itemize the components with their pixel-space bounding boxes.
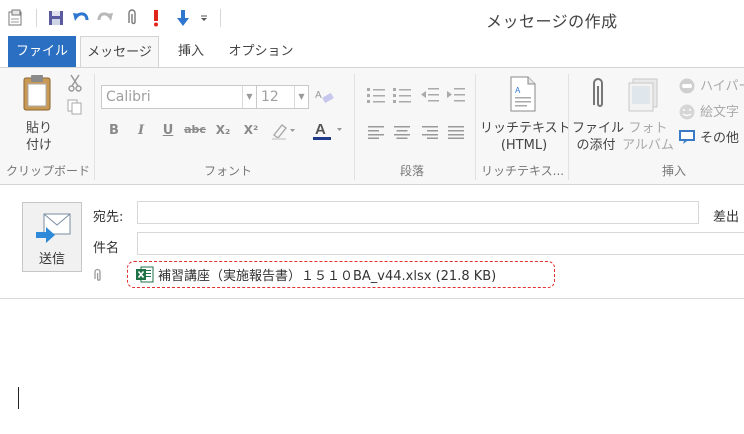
paste-icon[interactable] [20, 74, 56, 112]
attach-paperclip-icon[interactable] [123, 7, 141, 29]
underline-button[interactable]: U [158, 123, 178, 138]
separator [354, 74, 355, 180]
font-size-value: 12 [261, 89, 279, 105]
tab-file[interactable]: ファイル [8, 36, 76, 67]
separator [475, 74, 476, 180]
paragraph-group-label: 段落 [400, 164, 425, 178]
justify-icon[interactable] [444, 122, 468, 142]
importance-high-icon[interactable] [147, 7, 165, 29]
text-cursor [18, 387, 19, 409]
font-group-label: フォント [204, 164, 253, 178]
paste-label[interactable]: 貼り [22, 120, 56, 137]
compose-header: 送信 宛先: 差出 件名 補習講座（実施報告書）１５１０BA_v44.xlsx … [0, 185, 744, 299]
other-label[interactable]: その他 [700, 130, 739, 147]
numbered-list-icon[interactable] [390, 84, 414, 106]
undo-icon[interactable] [71, 7, 91, 29]
emoji-icon[interactable] [677, 102, 697, 122]
clear-formatting-icon[interactable]: A [313, 85, 337, 107]
send-label: 送信 [38, 252, 65, 267]
subject-label: 件名 [93, 241, 120, 256]
paperclip-icon [90, 266, 104, 284]
window-title: メッセージの作成 [486, 12, 618, 31]
separator [220, 9, 221, 27]
title-bar: メッセージの作成 [0, 0, 744, 36]
customize-qat-icon[interactable] [198, 7, 210, 29]
to-label[interactable]: 宛先: [93, 206, 123, 225]
decrease-indent-icon[interactable] [418, 84, 442, 106]
photo-album-label[interactable]: フォト [620, 120, 676, 137]
rich-text-label[interactable]: リッチテキスト [480, 120, 571, 137]
strikethrough-button[interactable]: abc [183, 123, 207, 136]
separator [94, 74, 95, 180]
to-field[interactable] [137, 201, 699, 224]
attach-file-label-2[interactable]: の添付 [572, 137, 620, 154]
ribbon: 貼り 付け クリップボード Calibri ▼ 12 ▼ A B I U abc… [0, 67, 744, 185]
attachment-item[interactable]: 補習講座（実施報告書）１５１０BA_v44.xlsx (21.8 KB) [158, 265, 496, 284]
message-body[interactable] [0, 300, 744, 434]
rich-text-label-2[interactable]: (HTML) [480, 137, 568, 154]
bold-button[interactable]: B [104, 123, 124, 138]
svg-text:A: A [515, 86, 521, 95]
attach-file-icon[interactable] [585, 74, 611, 114]
svg-text:A: A [315, 90, 322, 101]
svg-text:A: A [315, 121, 326, 138]
paste-label-2[interactable]: 付け [22, 137, 56, 154]
increase-indent-icon[interactable] [444, 84, 468, 106]
align-center-icon[interactable] [390, 122, 414, 142]
send-envelope-icon [33, 209, 73, 245]
ribbon-tabs: ファイル メッセージ 挿入 オプション [0, 36, 744, 68]
subject-field[interactable] [137, 232, 744, 255]
send-button[interactable]: 送信 [22, 202, 82, 272]
from-label[interactable]: 差出 [713, 206, 739, 225]
separator [36, 9, 37, 27]
bullet-list-icon[interactable] [364, 84, 388, 106]
rich-text-document-icon[interactable]: A [506, 74, 540, 114]
clipboard-group-label: クリップボード [6, 164, 91, 178]
align-right-icon[interactable] [418, 122, 442, 142]
excel-file-icon[interactable] [136, 265, 154, 283]
highlight-icon[interactable] [268, 120, 298, 142]
font-name-combo[interactable]: Calibri ▼ [101, 85, 257, 109]
hyperlink-label[interactable]: ハイパー [700, 78, 744, 95]
font-color-icon[interactable]: A [310, 118, 346, 144]
app-menu-icon[interactable] [6, 7, 26, 29]
chevron-down-icon[interactable]: ▼ [242, 86, 256, 108]
subscript-button[interactable]: X₂ [213, 123, 233, 137]
tab-options[interactable]: オプション [225, 36, 297, 67]
copy-icon[interactable] [66, 98, 84, 116]
superscript-button[interactable]: X² [241, 123, 261, 137]
cut-icon[interactable] [66, 74, 84, 92]
photo-album-icon[interactable] [626, 74, 662, 114]
italic-button[interactable]: I [131, 123, 151, 138]
separator [568, 74, 569, 180]
save-icon[interactable] [46, 7, 66, 29]
importance-low-icon[interactable] [172, 7, 194, 29]
other-objects-icon[interactable] [677, 127, 697, 147]
font-name-value: Calibri [106, 89, 151, 105]
align-left-icon[interactable] [364, 122, 388, 142]
font-size-combo[interactable]: 12 ▼ [256, 85, 309, 109]
photo-album-label-2[interactable]: アルバム [620, 137, 676, 154]
tab-insert[interactable]: 挿入 [167, 36, 215, 67]
rich-text-group-label: リッチテキス... [481, 164, 565, 178]
tab-message[interactable]: メッセージ [80, 36, 159, 68]
insert-group-label: 挿入 [662, 164, 687, 178]
attach-file-label[interactable]: ファイル [572, 120, 624, 137]
redo-icon[interactable] [95, 7, 115, 29]
emoji-label[interactable]: 絵文字 [700, 104, 739, 121]
hyperlink-icon[interactable] [677, 76, 697, 96]
chevron-down-icon[interactable]: ▼ [294, 86, 308, 108]
